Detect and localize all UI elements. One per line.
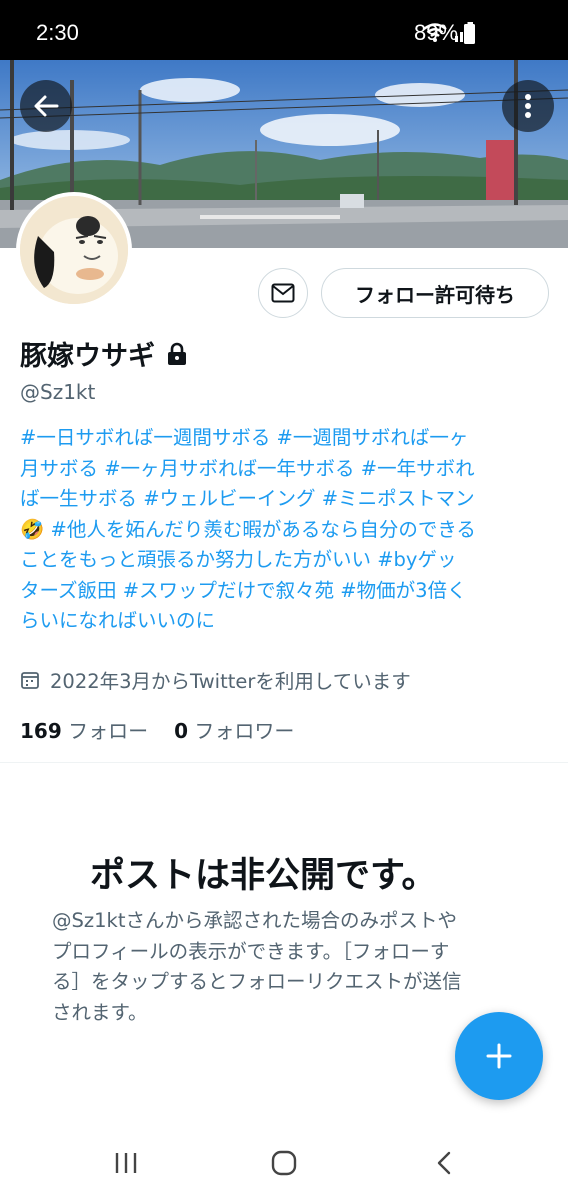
private-title: ポストは非公開です。 (90, 856, 437, 896)
display-name: 豚嫁ウサギ (20, 341, 155, 372)
joined-date: 2022年3月からTwitterを利用しています (20, 665, 411, 694)
plus-icon (486, 1043, 512, 1069)
more-vertical-icon (525, 94, 531, 118)
bio-line[interactable]: #一日サボれば一週間サボる #一週間サボれば一ヶ (20, 423, 552, 454)
follow-counts: 169 フォロー 0 フォロワー (20, 715, 294, 744)
private-desc-line: る］をタップするとフォローリクエストが送信 (52, 970, 462, 993)
home-icon (271, 1150, 297, 1176)
following-link[interactable]: 169 フォロー (20, 715, 148, 744)
status-bar: 2:30 89% (0, 0, 568, 60)
recent-apps-icon (115, 1153, 137, 1173)
followers-count: 0 (174, 719, 189, 743)
joined-text: 2022年3月からTwitterを利用しています (50, 670, 411, 693)
followers-label: フォロワー (194, 719, 295, 743)
following-label: フォロー (68, 719, 149, 743)
divider (0, 762, 568, 763)
avatar-image (20, 196, 128, 304)
back-icon (437, 1151, 451, 1175)
envelope-icon (271, 283, 295, 303)
battery-percent: 89% (414, 20, 459, 45)
profile-bio: #一日サボれば一週間サボる #一週間サボれば一ヶ 月サボる #一ヶ月サボれば一年… (20, 423, 552, 637)
bio-line[interactable]: ば一生サボる #ウェルビーイング #ミニポストマン (20, 484, 552, 515)
private-desc-line: @Sz1ktさんから承認された場合のみポストや (52, 909, 457, 932)
home-button[interactable] (264, 1148, 304, 1178)
private-desc-line: プロフィールの表示ができます。［フォローす (52, 939, 450, 963)
followers-link[interactable]: 0 フォロワー (174, 715, 294, 744)
recent-apps-button[interactable] (106, 1148, 146, 1178)
display-name-row: 豚嫁ウサギ (20, 334, 187, 373)
bio-line[interactable]: 月サボる #一ヶ月サボれば一年サボる #一年サボれ (20, 454, 552, 485)
more-button[interactable] (502, 80, 554, 132)
follow-pending-button[interactable]: フォロー許可待ち (321, 268, 549, 318)
user-handle: @Sz1kt (20, 380, 96, 404)
bio-line[interactable]: ことをもっと頑張るか努力した方がいい #byゲッ (20, 545, 552, 576)
message-button[interactable] (258, 268, 308, 318)
calendar-icon (21, 671, 39, 689)
back-nav-button[interactable] (424, 1148, 464, 1178)
bio-line[interactable]: ターズ飯田 #スワップだけで叙々苑 #物価が3倍く (20, 576, 552, 607)
compose-button[interactable] (455, 1012, 543, 1100)
status-time: 2:30 (36, 20, 79, 45)
avatar[interactable] (16, 192, 132, 308)
back-button[interactable] (20, 80, 72, 132)
private-desc-line: されます。 (52, 1000, 148, 1024)
private-description: @Sz1ktさんから承認された場合のみポストや プロフィールの表示ができます。［… (52, 906, 532, 1028)
bio-line[interactable]: 🤣 #他人を妬んだり羨む暇があるなら自分のできる (20, 515, 552, 546)
bio-line[interactable]: らいになればいいのに (20, 606, 552, 637)
battery-icon (464, 22, 475, 44)
following-count: 169 (20, 719, 62, 743)
arrow-left-icon (34, 95, 59, 117)
lock-icon (168, 342, 186, 365)
